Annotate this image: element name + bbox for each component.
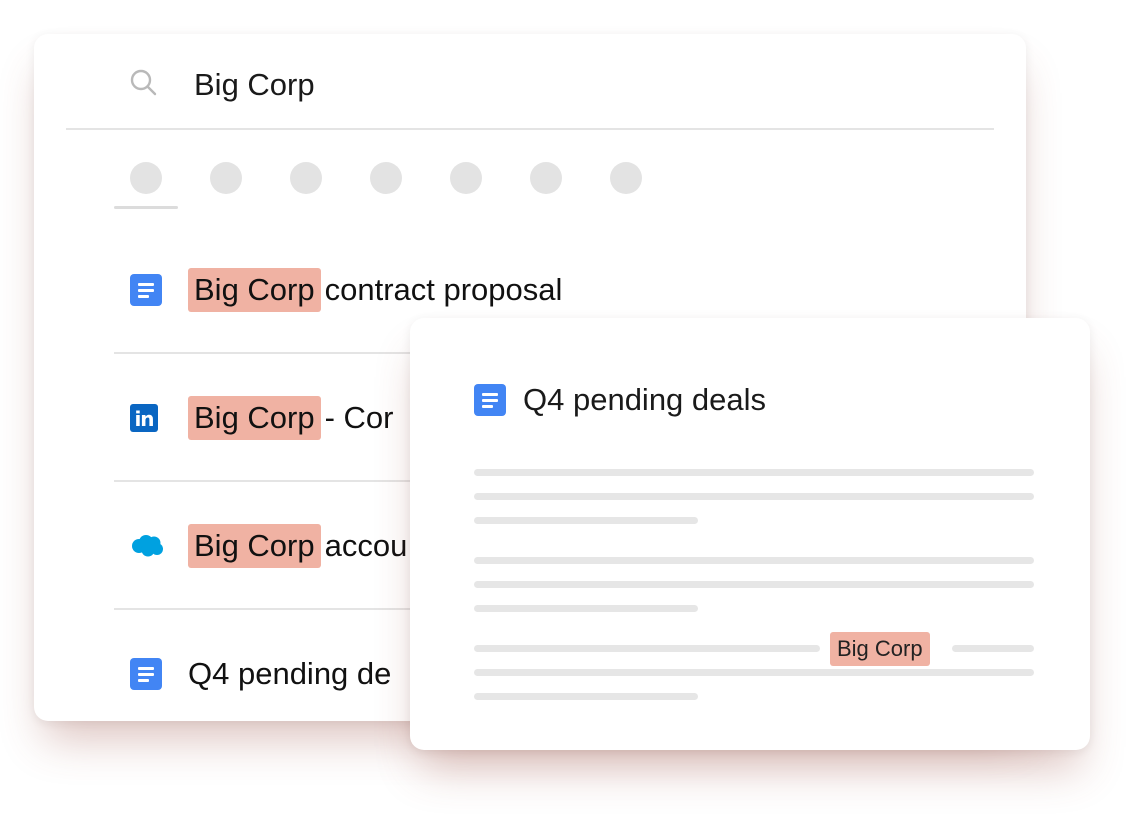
filter-tab-1[interactable] [130, 162, 162, 194]
result-title: Big Corp accou [188, 524, 407, 568]
result-title: Big Corp contract proposal [188, 268, 562, 312]
search-highlight: Big Corp [188, 524, 321, 568]
text-placeholder-line [952, 645, 1034, 652]
text-placeholder-line [474, 517, 698, 524]
salesforce-icon [132, 535, 163, 557]
filter-tab-5[interactable] [450, 162, 482, 194]
google-docs-icon [474, 384, 506, 416]
search-bar[interactable]: Big Corp [34, 34, 1026, 134]
search-highlight: Big Corp [188, 268, 321, 312]
search-icon [130, 69, 157, 96]
preview-title: Q4 pending deals [523, 382, 767, 417]
text-placeholder-line [474, 693, 698, 700]
search-divider [66, 128, 994, 130]
text-placeholder-line [474, 469, 1034, 476]
document-preview[interactable]: Q4 pending deals Big Corp [410, 318, 1090, 750]
search-input[interactable]: Big Corp [194, 64, 315, 106]
google-docs-icon [130, 274, 162, 306]
search-highlight: Big Corp [188, 396, 321, 440]
result-title: Big Corp - Cor [188, 396, 394, 440]
result-title-rest: contract proposal [324, 272, 563, 307]
google-docs-icon [130, 658, 162, 690]
filter-tab-6[interactable] [530, 162, 562, 194]
result-title: Q4 pending de [188, 652, 391, 696]
text-placeholder-line [474, 493, 1034, 500]
text-placeholder-line [474, 669, 1034, 676]
filter-tab-4[interactable] [370, 162, 402, 194]
result-title-rest: accou [324, 528, 408, 563]
text-placeholder-line [474, 557, 1034, 564]
result-title-rest: - Cor [324, 400, 394, 435]
text-placeholder-line [474, 645, 820, 652]
active-filter-indicator [114, 206, 178, 209]
filter-tab-2[interactable] [210, 162, 242, 194]
filter-tab-3[interactable] [290, 162, 322, 194]
search-highlight: Big Corp [830, 632, 930, 666]
text-placeholder-line [474, 605, 698, 612]
filter-tabs [130, 162, 690, 202]
filter-tab-7[interactable] [610, 162, 642, 194]
text-placeholder-line [474, 581, 1034, 588]
result-title-rest: Q4 pending de [188, 656, 392, 691]
linkedin-icon: in [130, 404, 158, 432]
